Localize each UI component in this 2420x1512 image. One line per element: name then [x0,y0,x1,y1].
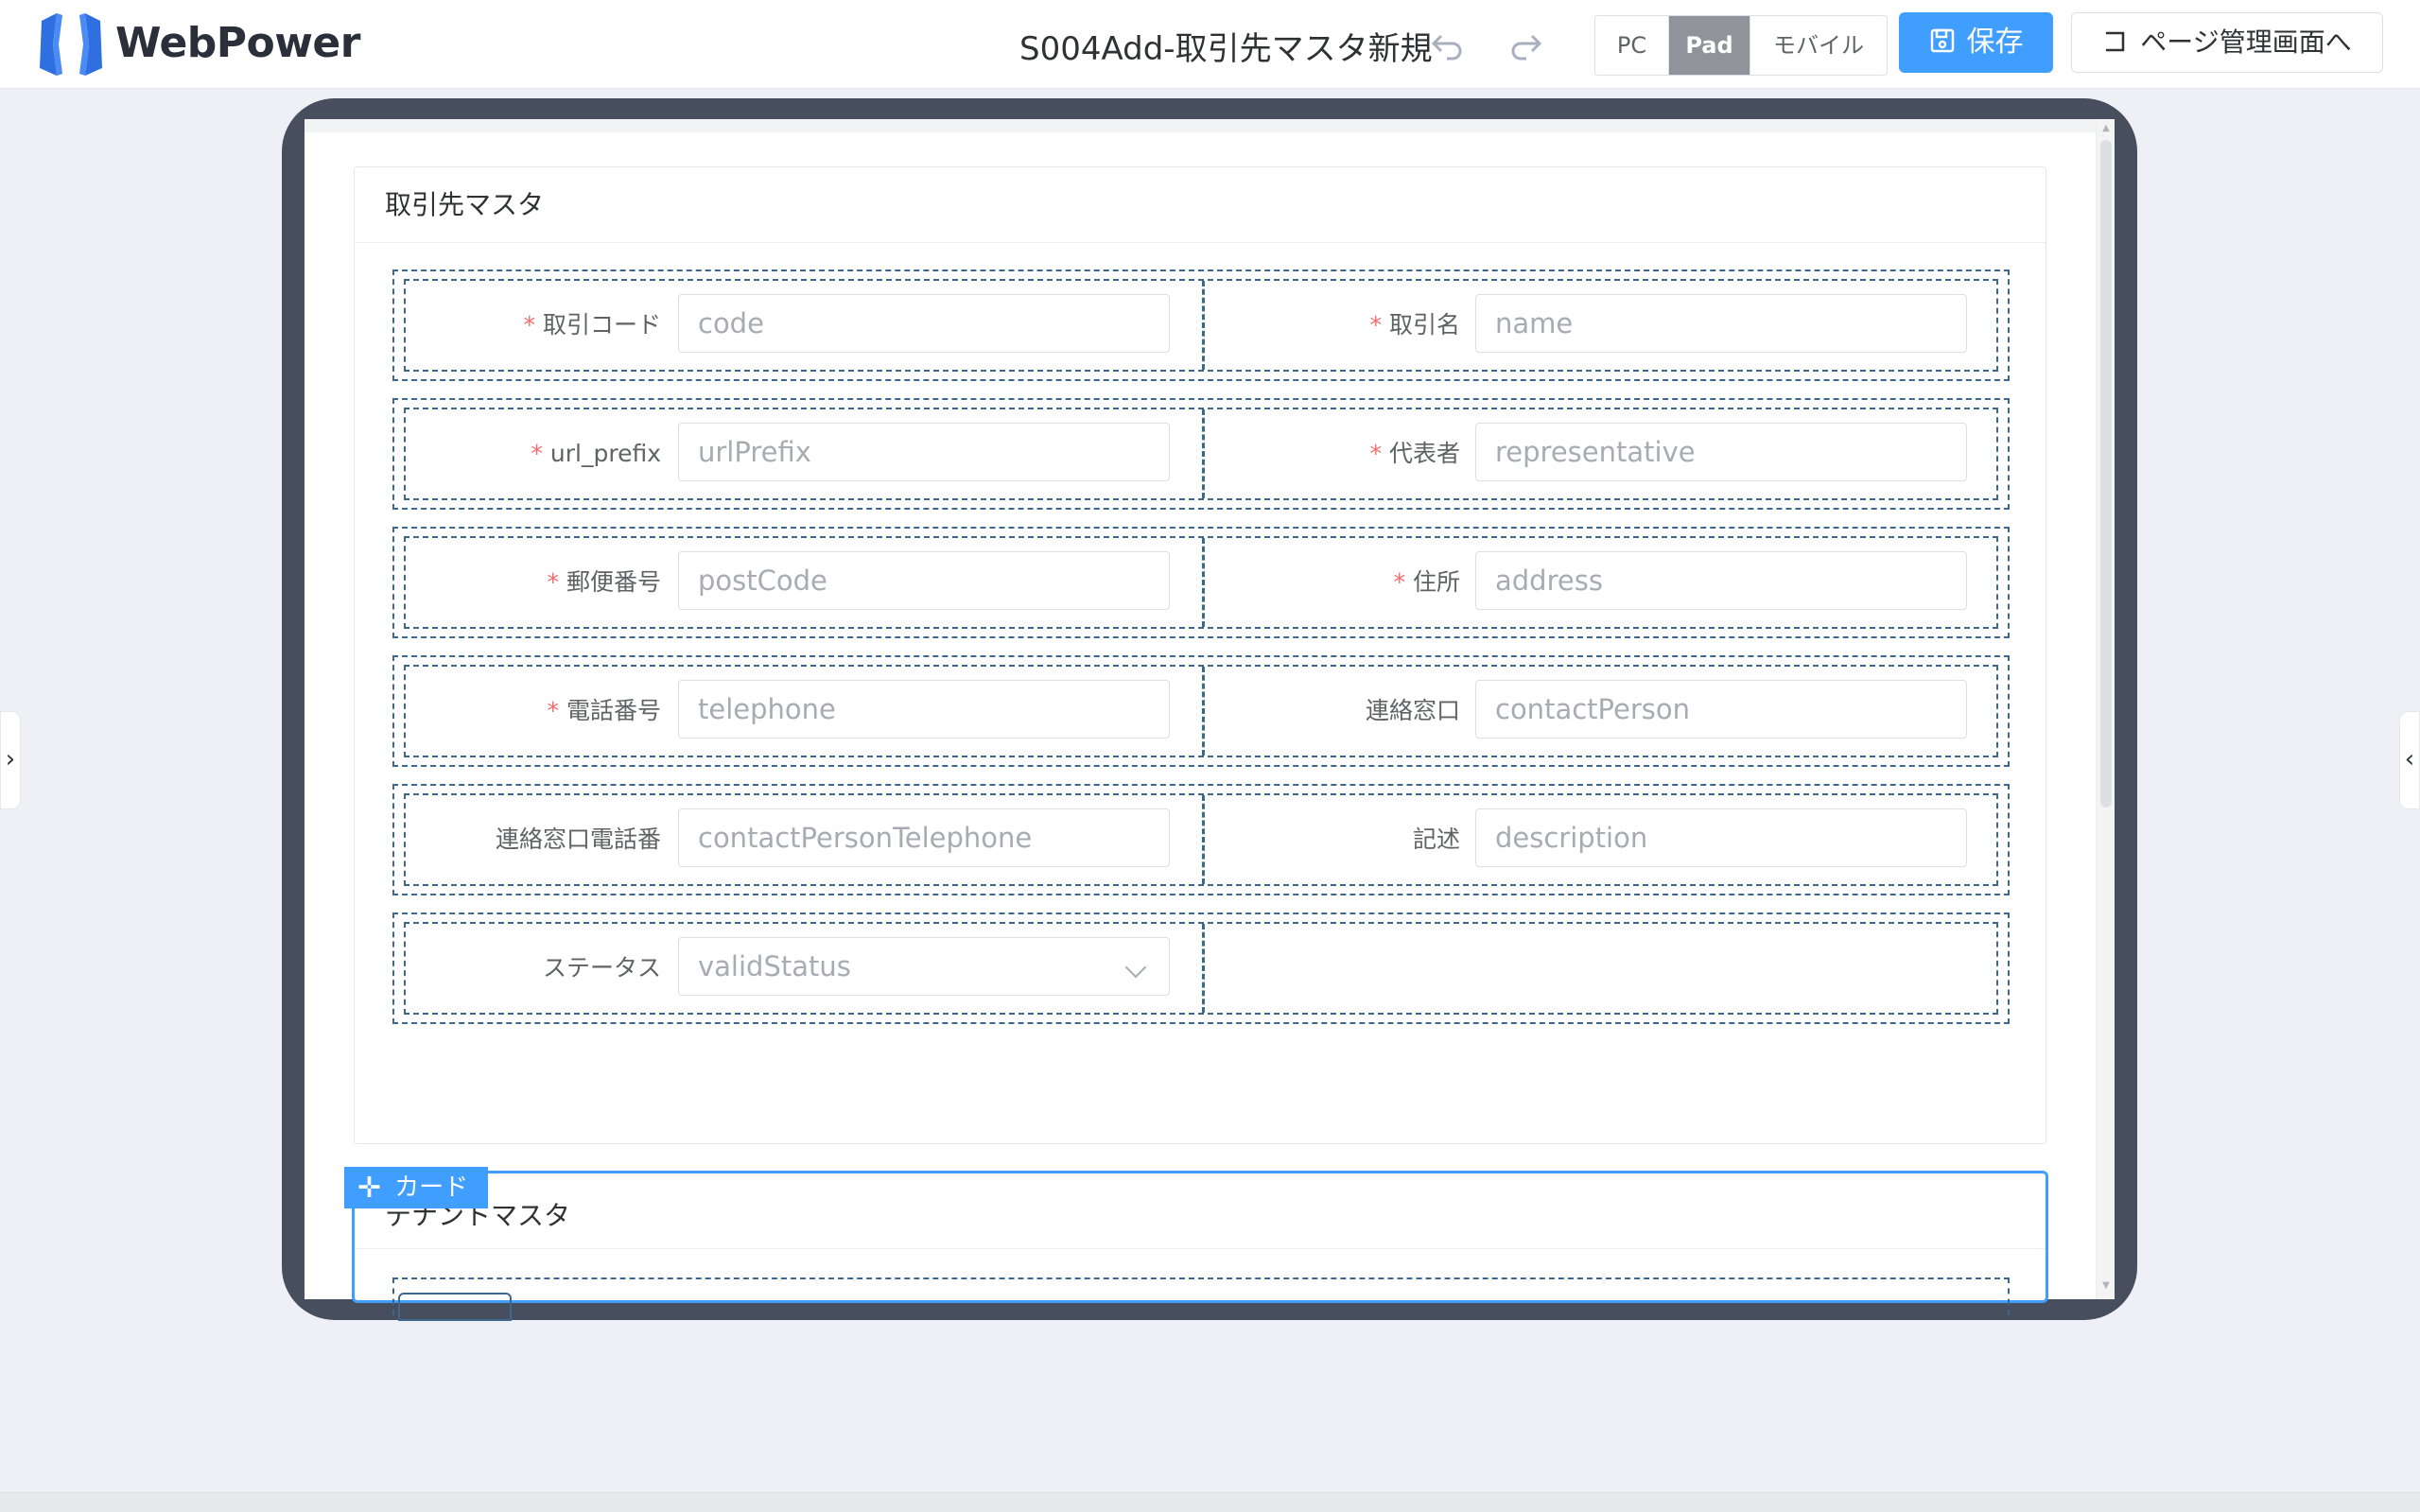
field-label: * 住所 [1393,568,1460,596]
form-column[interactable]: * 住所 [1202,538,1998,627]
form-row[interactable]: ステータス [392,912,2010,1024]
horizontal-scrollbar[interactable] [0,1492,2420,1512]
address-input[interactable] [1475,551,1967,610]
app-header: WebPower S004Add-取引先マスタ新規 PC Pad モバイル 保存… [0,0,2420,89]
name-input[interactable] [1475,294,1967,353]
field-label: * 代表者 [1369,440,1460,467]
representative-input[interactable] [1475,423,1967,481]
form-column[interactable]: * 代表者 [1202,409,1998,498]
form-row[interactable] [392,1277,2010,1321]
field-label: 連絡窓口 [1365,697,1460,724]
form-column[interactable]: ステータス [406,924,1202,1013]
form-column[interactable]: 記述 [1202,795,1998,884]
valid-status-select[interactable] [678,937,1170,996]
device-switcher: PC Pad モバイル [1594,15,1888,76]
scroll-down-icon[interactable]: ▼ [2100,1280,2112,1291]
save-icon [1930,28,1954,53]
url-prefix-input[interactable] [678,423,1170,481]
left-panel-toggle[interactable]: › [0,711,21,809]
scrollbar-thumb[interactable] [2100,140,2112,808]
field-label: * 郵便番号 [547,568,661,596]
field-label: * 取引コード [523,311,661,339]
form-column[interactable]: * 郵便番号 [406,538,1202,627]
brand-name: WebPower [115,19,360,67]
field-label: 記述 [1412,826,1460,853]
save-button[interactable]: 保存 [1899,12,2053,73]
field-label: ステータス [542,954,661,982]
telephone-input[interactable] [678,680,1170,739]
field-label: * 取引名 [1369,311,1460,339]
description-input[interactable] [1475,808,1967,867]
device-pad-button[interactable]: Pad [1669,16,1750,75]
page-management-button[interactable]: ページ管理画面へ [2071,12,2383,73]
card-title: テナントマスタ [355,1173,2046,1249]
device-pc-button[interactable]: PC [1595,16,1669,75]
chevron-right-icon: › [5,745,16,773]
form-column[interactable]: * 取引コード [406,281,1202,370]
form-row[interactable]: *url_prefix *代表者 [392,398,2010,510]
form-column[interactable]: 連絡窓口 [1202,667,1998,756]
redo-icon[interactable] [1507,26,1545,64]
form-column-empty[interactable] [1202,924,1998,1013]
form-column[interactable]: * url_prefix [406,409,1202,498]
post-code-input[interactable] [678,551,1170,610]
code-input[interactable] [678,294,1170,353]
page-management-label: ページ管理画面へ [2140,26,2352,58]
save-button-label: 保存 [1966,26,2024,59]
form-row[interactable]: 連絡窓口電話番 記述 [392,784,2010,895]
contact-person-telephone-input[interactable] [678,808,1170,867]
webpower-logo [40,13,102,76]
form-row[interactable]: *取引コード *取引名 [392,269,2010,381]
form-column[interactable] [398,1293,512,1321]
form-column[interactable]: * 取引名 [1202,281,1998,370]
field-label: * url_prefix [531,440,661,467]
scroll-up-icon[interactable]: ▲ [2100,123,2112,133]
card-drag-tag[interactable]: ✛ カード [344,1167,488,1208]
form-column[interactable]: 連絡窓口電話番 [406,795,1202,884]
card-tag-label: カード [394,1173,469,1202]
card-title: 取引先マスタ [355,167,2046,243]
card-tenant-master[interactable]: テナントマスタ [352,1171,2048,1321]
device-mobile-button[interactable]: モバイル [1750,16,1887,75]
back-icon [2106,31,2125,52]
canvas-scrollbar[interactable]: ▲ ▼ [2096,119,2115,1299]
card-torihikisaki-master[interactable]: 取引先マスタ *取引コード *取引名 *url_prefix *代表者 *郵便番… [354,166,2046,1144]
field-label: * 電話番号 [547,697,661,724]
page-title: S004Add-取引先マスタ新規 [1019,30,1433,68]
form-column[interactable]: * 電話番号 [406,667,1202,756]
undo-icon[interactable] [1428,26,1466,64]
contact-person-input[interactable] [1475,680,1967,739]
chevron-left-icon: ‹ [2404,745,2415,773]
form-row[interactable]: *電話番号 連絡窓口 [392,655,2010,767]
move-icon: ✛ [357,1172,382,1205]
field-label: 連絡窓口電話番 [495,826,661,853]
right-panel-toggle[interactable]: ‹ [2399,711,2420,809]
form-row[interactable]: *郵便番号 *住所 [392,527,2010,638]
